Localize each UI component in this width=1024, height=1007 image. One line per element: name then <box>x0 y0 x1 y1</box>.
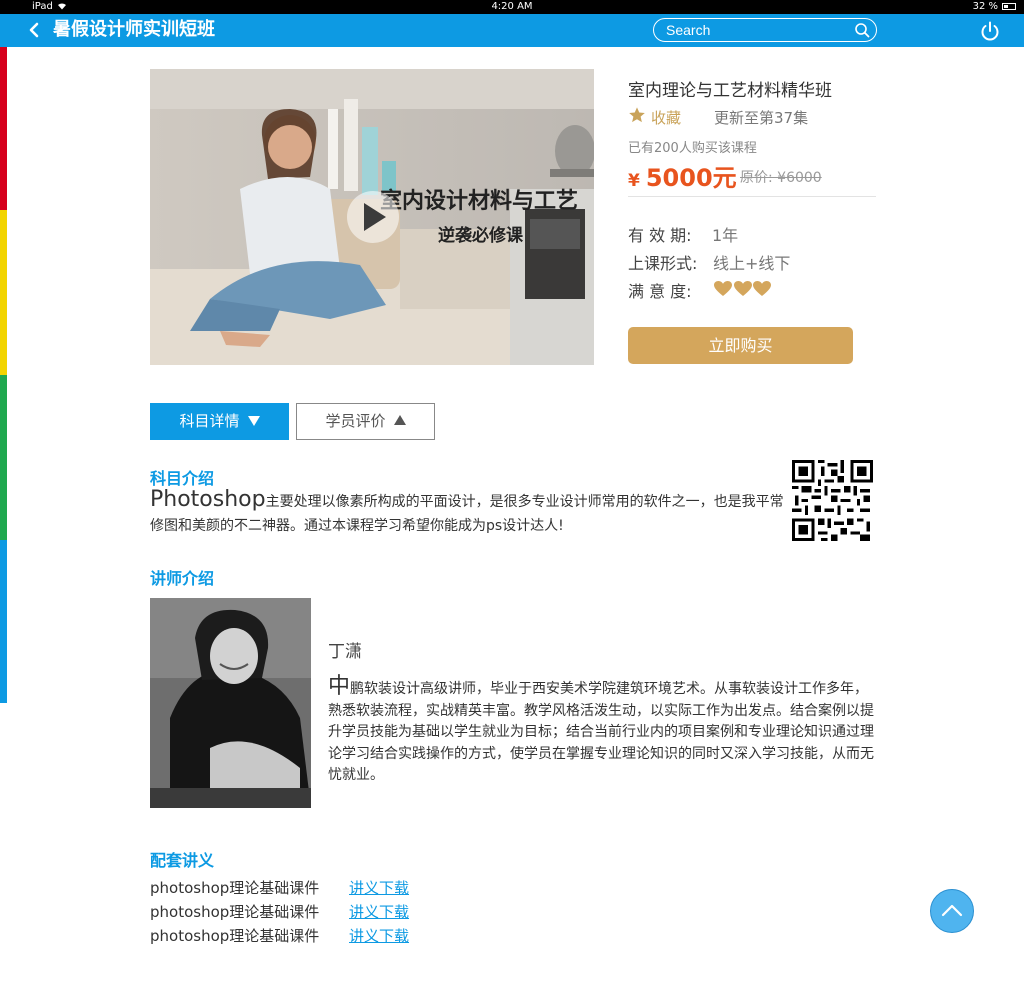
class-mode-value: 线上+线下 <box>713 254 791 273</box>
heart-icon <box>714 281 732 296</box>
material-download-link[interactable]: 讲义下载 <box>349 925 409 946</box>
buyer-count: 已有200人购买该课程 <box>628 141 757 156</box>
search-icon[interactable] <box>854 22 870 38</box>
teacher-bio: 中鹏软装设计高级讲师，毕业于西安美术学院建筑环境艺术。从事软装设计工作多年，熟悉… <box>328 674 874 784</box>
status-bar: iPad 4:20 AM 32 % <box>0 0 1024 14</box>
price-value: 5000元 <box>645 164 737 192</box>
heart-icon <box>734 281 752 296</box>
original-price: 原价: ¥6000 <box>740 170 822 186</box>
teacher-photo <box>150 598 311 808</box>
material-name: photoshop理论基础课件 <box>150 903 320 921</box>
clock: 4:20 AM <box>491 1 533 12</box>
scroll-to-top-button[interactable] <box>930 889 974 933</box>
chevron-up-icon <box>941 904 963 917</box>
tab-student-reviews[interactable]: 学员评价 <box>296 403 435 440</box>
triangle-down-icon <box>247 416 260 426</box>
color-strip-green <box>0 375 7 540</box>
search-box[interactable] <box>653 18 877 42</box>
color-strip-red <box>0 47 7 210</box>
course-title: 室内理论与工艺材料精华班 <box>628 81 832 101</box>
material-download-link[interactable]: 讲义下载 <box>349 877 409 898</box>
satisfaction-rating <box>714 281 772 301</box>
teacher-name: 丁潇 <box>328 642 362 662</box>
validity-value: 1年 <box>712 226 739 245</box>
page-title: 暑假设计师实训短班 <box>53 19 215 40</box>
materials-heading: 配套讲义 <box>150 851 215 870</box>
video-caption-subtitle: 逆袭必修课 <box>438 225 524 246</box>
divider <box>628 196 876 197</box>
battery-icon <box>1002 3 1016 10</box>
tab-course-details[interactable]: 科目详情 <box>150 403 289 440</box>
triangle-up-icon <box>393 415 406 425</box>
power-icon[interactable] <box>979 20 1001 42</box>
color-strip-blue <box>0 540 7 703</box>
battery-percent: 32 % <box>972 1 998 12</box>
play-icon[interactable] <box>347 191 399 243</box>
favorite-button[interactable]: 收藏 <box>651 107 681 128</box>
material-name: photoshop理论基础课件 <box>150 879 320 897</box>
back-arrow-icon[interactable] <box>24 20 44 40</box>
buy-now-button[interactable]: 立即购买 <box>628 327 853 364</box>
search-input[interactable] <box>666 21 846 39</box>
video-caption-title: 室内设计材料与工艺 <box>380 188 578 214</box>
episode-count: 更新至第37集 <box>714 109 809 127</box>
validity-label: 有 效 期: <box>628 226 692 245</box>
price: ¥5000元 <box>628 158 737 193</box>
intro-text: Photoshop主要处理以像素所构成的平面设计，是很多专业设计师常用的软件之一… <box>150 487 784 535</box>
video-thumbnail: 室内设计材料与工艺 逆袭必修课 <box>150 69 594 365</box>
currency-symbol: ¥ <box>628 171 640 191</box>
qr-code <box>792 460 873 541</box>
star-icon[interactable] <box>628 106 646 124</box>
intro-heading: 科目介绍 <box>150 469 215 488</box>
color-strip-yellow <box>0 210 7 375</box>
teacher-heading: 讲师介绍 <box>150 569 215 588</box>
satisfaction-label: 满 意 度: <box>628 282 692 301</box>
heart-icon <box>753 281 771 296</box>
material-name: photoshop理论基础课件 <box>150 927 320 945</box>
course-video[interactable]: 室内设计材料与工艺 逆袭必修课 <box>150 69 594 365</box>
material-download-link[interactable]: 讲义下载 <box>349 901 409 922</box>
class-mode-label: 上课形式: <box>628 254 698 273</box>
